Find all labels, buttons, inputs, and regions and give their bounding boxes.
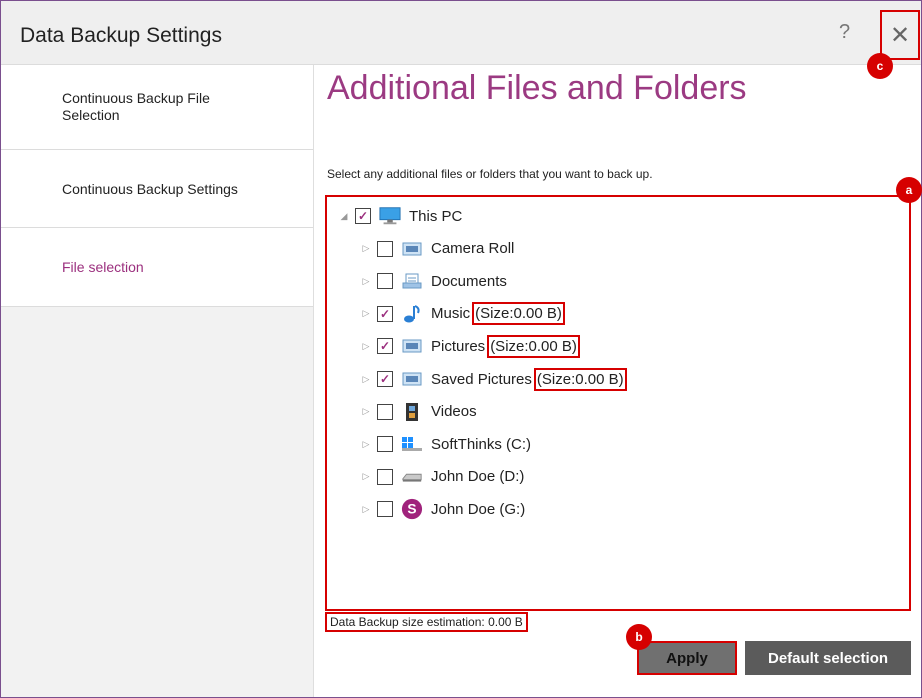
tree-item-size: (Size:0.00 B): [487, 334, 580, 358]
expand-arrow-icon[interactable]: ▷: [361, 471, 371, 482]
size-estimation: Data Backup size estimation: 0.00 B: [325, 612, 528, 632]
folder-pictures-icon: [401, 239, 423, 259]
instruction-text: Select any additional files or folders t…: [327, 167, 653, 181]
expand-arrow-icon[interactable]: ▷: [361, 276, 371, 287]
tree-item-label: Pictures: [431, 337, 486, 355]
tree-item[interactable]: ▷ Videos: [361, 398, 477, 426]
help-button[interactable]: ?: [839, 21, 850, 44]
tree-item-checkbox[interactable]: ✓: [355, 208, 371, 224]
default-selection-button[interactable]: Default selection: [745, 641, 911, 675]
tree-item-label: John Doe (D:): [431, 468, 525, 486]
tree-item-checkbox[interactable]: ✓: [377, 305, 393, 322]
sidebar-item-file-selection[interactable]: File selection: [1, 228, 313, 307]
tree-item-label: Documents: [431, 272, 507, 290]
music-icon: [401, 304, 423, 324]
title-bar: Data Backup Settings ? ✕: [1, 1, 921, 65]
sidebar-item-label: File selection: [62, 259, 144, 275]
drive-icon: [401, 467, 423, 487]
tree-item-label: Saved Pictures: [431, 370, 532, 388]
collapse-arrow-icon[interactable]: ◢: [339, 211, 349, 222]
tree-item-checkbox[interactable]: ✓: [377, 338, 393, 355]
backup-settings-window: Data Backup Settings ? ✕ Continuous Back…: [0, 0, 922, 698]
expand-arrow-icon[interactable]: ▷: [361, 504, 371, 515]
tree-item-checkbox[interactable]: [377, 468, 393, 485]
expand-arrow-icon[interactable]: ▷: [361, 308, 371, 319]
tree-item-label: SoftThinks (C:): [431, 435, 532, 453]
tree-item-label: Videos: [431, 403, 477, 421]
tree-item-label: Music: [431, 305, 471, 323]
svg-text:S: S: [407, 502, 416, 517]
tree-item-label: John Doe (G:): [431, 500, 526, 518]
tree-item-size: (Size:0.00 B): [472, 302, 565, 326]
tree-item-label: This PC: [409, 207, 463, 225]
annotation-badge-b: b: [626, 624, 652, 650]
folder-pictures-icon: [401, 369, 423, 389]
expand-arrow-icon[interactable]: ▷: [361, 439, 371, 450]
file-tree: ◢ ✓ This PC ▷ Camera Roll ▷ Documents ▷ ✓ Music (S…: [325, 195, 911, 611]
tree-item[interactable]: ▷ ✓ Pictures (Size:0.00 B): [361, 332, 580, 360]
film-icon: [401, 402, 423, 422]
sidebar-item-label: Continuous Backup File Selection: [62, 90, 210, 123]
tree-item-checkbox[interactable]: [377, 501, 393, 518]
tree-item-checkbox[interactable]: [377, 403, 393, 420]
folder-pictures-icon: [401, 336, 423, 356]
monitor-icon: [379, 206, 401, 226]
expand-arrow-icon[interactable]: ▷: [361, 341, 371, 352]
tree-item[interactable]: ▷ John Doe (D:): [361, 463, 525, 491]
annotation-badge-c: c: [867, 53, 893, 79]
tree-item[interactable]: ▷ Camera Roll: [361, 235, 515, 263]
tree-item[interactable]: ▷ Documents: [361, 267, 507, 295]
close-button[interactable]: ✕: [880, 10, 920, 60]
windows-drive-icon: [401, 434, 423, 454]
tree-item[interactable]: ▷ S John Doe (G:): [361, 495, 525, 523]
annotation-badge-a: a: [896, 177, 922, 203]
sidebar-item-continuous-file-selection[interactable]: Continuous Backup File Selection: [1, 65, 313, 150]
tree-item[interactable]: ▷ ✓ Music (Size:0.00 B): [361, 300, 565, 328]
close-icon: ✕: [889, 21, 911, 49]
page-title: Additional Files and Folders: [327, 69, 747, 107]
expand-arrow-icon[interactable]: ▷: [361, 406, 371, 417]
s-logo-icon: S: [401, 499, 423, 520]
tree-item-label: Camera Roll: [431, 240, 515, 258]
expand-arrow-icon[interactable]: ▷: [361, 374, 371, 385]
tree-item[interactable]: ▷ ✓ Saved Pictures (Size:0.00 B): [361, 365, 627, 393]
tree-item[interactable]: ◢ ✓ This PC: [339, 202, 462, 230]
tree-item-checkbox[interactable]: ✓: [377, 371, 393, 387]
sidebar-item-continuous-settings[interactable]: Continuous Backup Settings: [1, 150, 313, 228]
tree-item[interactable]: ▷ SoftThinks (C:): [361, 430, 532, 458]
apply-button[interactable]: Apply: [637, 641, 737, 675]
sidebar-item-label: Continuous Backup Settings: [62, 180, 238, 197]
tree-item-checkbox[interactable]: [377, 273, 393, 290]
tree-item-size: (Size:0.00 B): [533, 367, 627, 391]
window-title: Data Backup Settings: [20, 24, 222, 47]
tree-item-checkbox[interactable]: [377, 436, 393, 453]
folder-documents-icon: [401, 271, 423, 291]
sidebar: Continuous Backup File Selection Continu…: [1, 65, 314, 697]
tree-item-checkbox[interactable]: [377, 240, 393, 257]
expand-arrow-icon[interactable]: ▷: [361, 243, 371, 254]
